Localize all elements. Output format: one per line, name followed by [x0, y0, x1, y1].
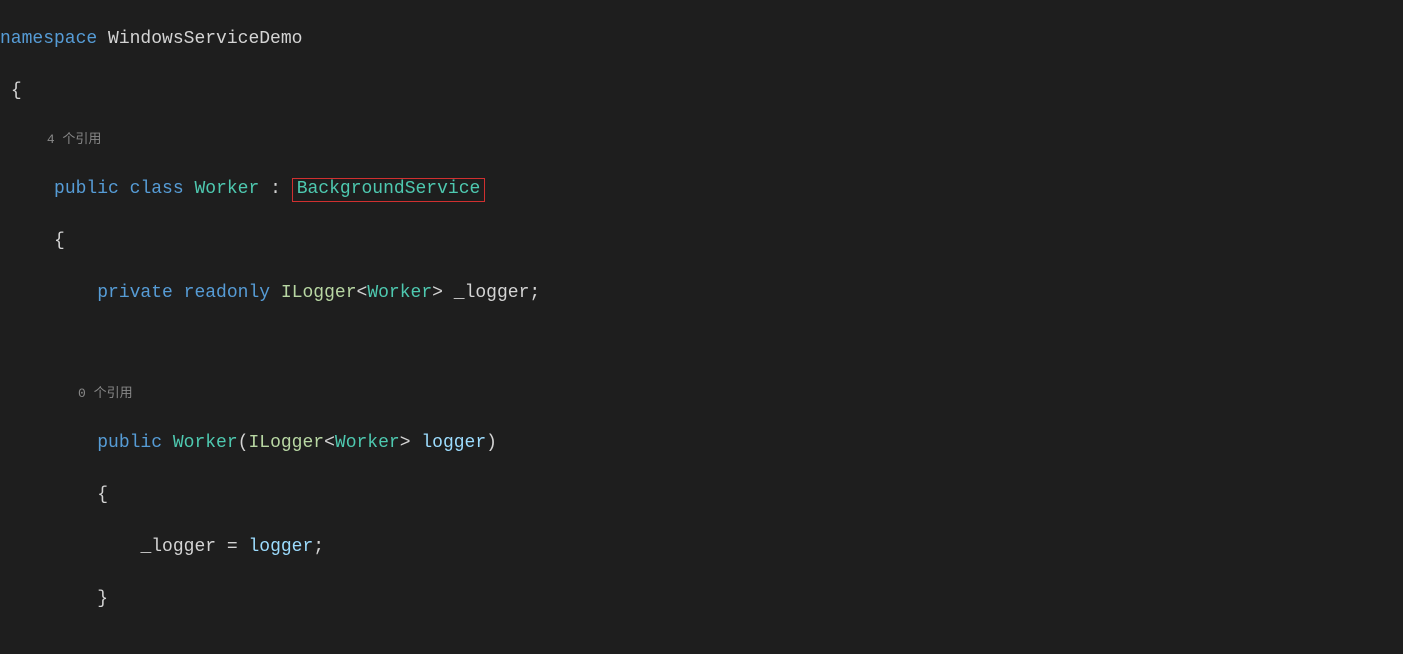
private-keyword: private: [97, 283, 173, 303]
base-class-highlighted: BackgroundService: [292, 178, 486, 202]
code-line[interactable]: }: [0, 586, 1403, 612]
class-name: Worker: [194, 179, 259, 199]
namespace-name: WindowsServiceDemo: [108, 29, 302, 49]
ilogger-type: ILogger: [281, 283, 357, 303]
code-line[interactable]: _logger = logger;: [0, 534, 1403, 560]
worker-type: Worker: [335, 433, 400, 453]
public-keyword: public: [54, 179, 119, 199]
blank-line[interactable]: [0, 638, 1403, 654]
codelens-class[interactable]: 4 个引用: [0, 130, 1403, 150]
codelens-text[interactable]: 0 个引用: [78, 386, 133, 401]
lt: <: [357, 283, 368, 303]
codelens-ctor[interactable]: 0 个引用: [0, 384, 1403, 404]
ctor-name: Worker: [173, 433, 238, 453]
code-line[interactable]: namespace WindowsServiceDemo: [0, 26, 1403, 52]
worker-type: Worker: [367, 283, 432, 303]
gt: >: [400, 433, 411, 453]
code-line[interactable]: private readonly ILogger<Worker> _logger…: [0, 280, 1403, 306]
brace: {: [54, 231, 65, 251]
code-line[interactable]: {: [0, 78, 1403, 104]
code-editor[interactable]: namespace WindowsServiceDemo { 4 个引用 pub…: [0, 0, 1403, 654]
public-keyword: public: [97, 433, 162, 453]
lt: <: [324, 433, 335, 453]
logger-field: _logger: [140, 537, 216, 557]
brace: {: [97, 485, 108, 505]
ilogger-type: ILogger: [248, 433, 324, 453]
namespace-keyword: namespace: [0, 29, 97, 49]
logger-field: _logger: [454, 283, 530, 303]
code-line[interactable]: public class Worker : BackgroundService: [0, 176, 1403, 202]
readonly-keyword: readonly: [184, 283, 270, 303]
logger-param: logger: [421, 433, 486, 453]
codelens-text[interactable]: 4 个引用: [47, 132, 102, 147]
eq: =: [216, 537, 248, 557]
open-paren: (: [238, 433, 249, 453]
class-keyword: class: [130, 179, 184, 199]
logger-param: logger: [248, 537, 313, 557]
colon: :: [259, 179, 291, 199]
brace: {: [11, 81, 22, 101]
brace: }: [97, 589, 108, 609]
gt: >: [432, 283, 443, 303]
semi: ;: [529, 283, 540, 303]
code-line[interactable]: public Worker(ILogger<Worker> logger): [0, 430, 1403, 456]
close-paren: ): [486, 433, 497, 453]
semi: ;: [313, 537, 324, 557]
code-line[interactable]: {: [0, 228, 1403, 254]
blank-line[interactable]: [0, 332, 1403, 358]
code-line[interactable]: {: [0, 482, 1403, 508]
